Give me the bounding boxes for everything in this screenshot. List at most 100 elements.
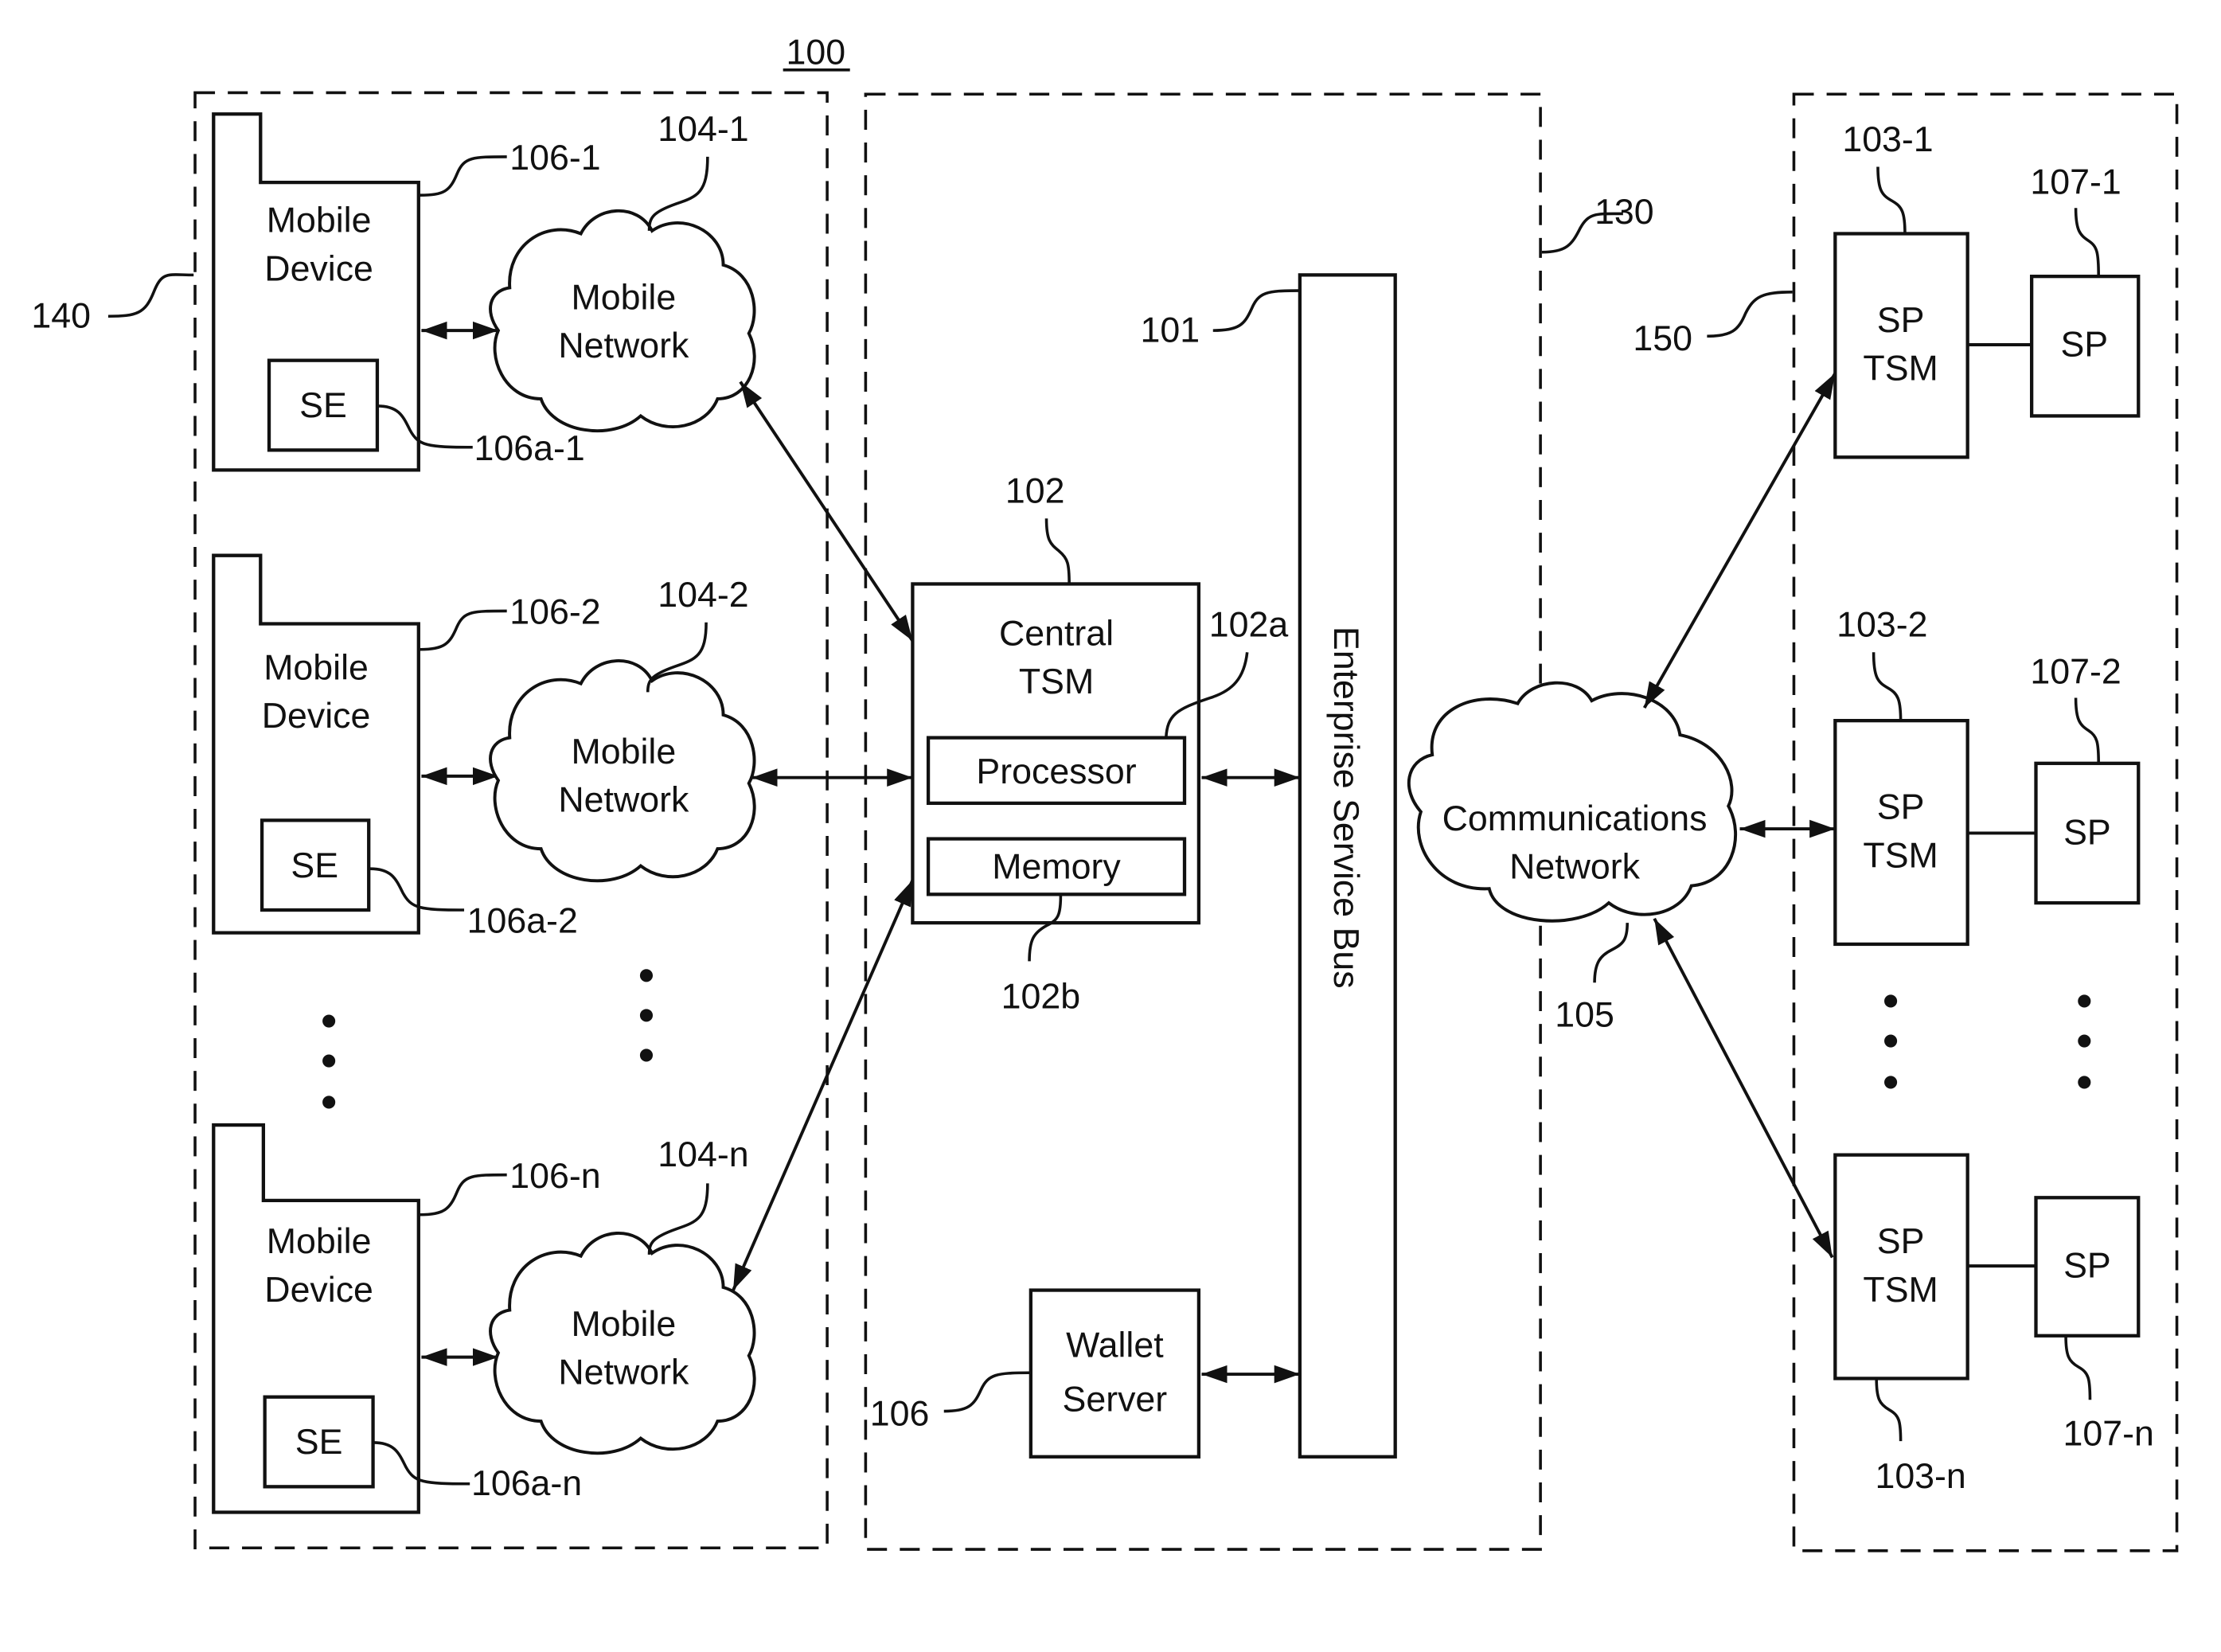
mobile-device-2: Mobile Device SE <box>212 553 420 935</box>
svg-text:104-n: 104-n <box>658 1135 748 1174</box>
svg-text:104-1: 104-1 <box>658 110 748 149</box>
svg-text:106a-2: 106a-2 <box>467 902 578 941</box>
svg-text:Wallet: Wallet <box>1066 1326 1164 1365</box>
central-tsm: Central TSM Processor Memory <box>911 582 1201 925</box>
svg-text:Communications: Communications <box>1442 799 1708 838</box>
svg-text:150: 150 <box>1633 319 1692 358</box>
service-provider-n: SP <box>2034 1196 2141 1338</box>
communications-network-ref-callout: 105 <box>1555 923 1629 1035</box>
comm-network-sp-tsm-n-link <box>1653 917 1834 1259</box>
svg-text:Device: Device <box>264 250 373 289</box>
svg-text:140: 140 <box>31 297 91 336</box>
central-tsm-ref-callout: 102 <box>1005 472 1071 584</box>
svg-text:SE: SE <box>295 1423 343 1462</box>
enterprise-service-bus: Enterprise Service Bus <box>1298 273 1397 1459</box>
mobile-network-1-ref-callout: 104-1 <box>647 110 749 231</box>
svg-text:SP: SP <box>1877 1222 1925 1261</box>
figure-number: 100 <box>786 33 845 72</box>
svg-text:106a-1: 106a-1 <box>474 429 585 468</box>
svg-text:103-1: 103-1 <box>1842 120 1933 159</box>
system-diagram: 100 140 130 150 Mobile Device SE 106-1 1… <box>31 33 2179 1552</box>
central-group-ref-callout: 130 <box>1541 193 1654 254</box>
svg-text:Mobile: Mobile <box>267 201 372 240</box>
sp-tsm-2: SP TSM <box>1833 719 1969 947</box>
svg-text:102a: 102a <box>1209 606 1289 645</box>
sp-tsm-n-ref-callout: 103-n <box>1875 1378 1966 1496</box>
svg-text:106-2: 106-2 <box>509 593 600 632</box>
mobile-network-2: Mobile Network <box>489 659 756 883</box>
svg-text:101: 101 <box>1141 310 1200 350</box>
service-provider-2: SP <box>2034 761 2141 905</box>
service-provider-1-ref-callout: 107-1 <box>2030 162 2121 277</box>
sp-tsm-n: SP TSM <box>1833 1153 1969 1381</box>
svg-text:Network: Network <box>558 781 689 820</box>
mobile-networks-ellipsis <box>639 969 654 1062</box>
mobile-network-1: Mobile Network <box>489 209 756 432</box>
svg-text:107-2: 107-2 <box>2030 653 2121 692</box>
svg-text:SE: SE <box>299 386 347 425</box>
svg-text:103-2: 103-2 <box>1837 606 1927 645</box>
svg-text:TSM: TSM <box>1019 662 1094 701</box>
mobile-device-n: Mobile Device SE <box>212 1123 420 1514</box>
svg-text:Network: Network <box>558 1353 689 1392</box>
sp-tsm-2-ref-callout: 103-2 <box>1837 606 1928 721</box>
svg-text:106-1: 106-1 <box>509 139 600 178</box>
comm-network-sp-tsm-1-link <box>1642 372 1837 709</box>
mobile-group-ref-callout: 140 <box>31 273 194 336</box>
mobile-network-n-ref-callout: 104-n <box>647 1135 749 1255</box>
svg-text:SP: SP <box>2060 325 2108 364</box>
svg-text:107-n: 107-n <box>2063 1414 2154 1453</box>
svg-text:TSM: TSM <box>1863 1271 1938 1310</box>
communications-network: Communications Network <box>1407 681 1738 923</box>
sp-ellipsis <box>2078 994 2091 1089</box>
svg-text:107-1: 107-1 <box>2030 162 2121 201</box>
esb-ref-callout: 101 <box>1141 289 1299 350</box>
svg-text:Mobile: Mobile <box>267 1222 372 1261</box>
service-provider-n-ref-callout: 107-n <box>2063 1335 2154 1453</box>
svg-text:130: 130 <box>1595 193 1654 232</box>
svg-text:SP: SP <box>2063 814 2111 853</box>
svg-text:102b: 102b <box>1001 977 1080 1016</box>
mobile-network-n: Mobile Network <box>489 1232 756 1455</box>
mobile-devices-ellipsis <box>322 1014 336 1109</box>
mobile-device-n-ref-callout: 106-n <box>420 1157 601 1217</box>
svg-text:106: 106 <box>870 1394 930 1433</box>
svg-text:102: 102 <box>1005 472 1065 511</box>
svg-text:TSM: TSM <box>1863 836 1938 875</box>
svg-text:103-n: 103-n <box>1875 1457 1965 1496</box>
svg-text:SP: SP <box>1877 788 1925 827</box>
wallet-server-ref-callout: 106 <box>870 1371 1030 1433</box>
svg-text:Device: Device <box>264 1271 373 1310</box>
service-provider-1: SP <box>2029 275 2141 418</box>
svg-text:106a-n: 106a-n <box>471 1464 582 1503</box>
svg-text:Memory: Memory <box>992 848 1121 887</box>
sp-group-ref-callout: 150 <box>1633 291 1793 358</box>
svg-text:Mobile: Mobile <box>572 278 677 317</box>
mobile-device-1: Mobile Device SE <box>212 112 420 472</box>
svg-text:Network: Network <box>558 326 689 365</box>
svg-text:Mobile: Mobile <box>572 732 677 771</box>
service-provider-2-ref-callout: 107-2 <box>2030 653 2121 764</box>
svg-text:Server: Server <box>1063 1381 1168 1420</box>
svg-text:SE: SE <box>291 846 338 885</box>
svg-text:Enterprise Service Bus: Enterprise Service Bus <box>1326 627 1365 989</box>
svg-text:Network: Network <box>1509 848 1641 887</box>
sp-tsm-1-ref-callout: 103-1 <box>1842 120 1934 234</box>
sp-tsm-ellipsis <box>1884 994 1898 1089</box>
mobile-device-1-ref-callout: 106-1 <box>420 139 601 197</box>
sp-tsm-1: SP TSM <box>1833 232 1969 459</box>
svg-text:105: 105 <box>1555 996 1614 1035</box>
svg-text:104-2: 104-2 <box>658 576 748 615</box>
svg-text:SP: SP <box>1877 301 1925 340</box>
svg-text:Device: Device <box>262 697 371 736</box>
svg-text:Central: Central <box>999 614 1114 653</box>
svg-text:SP: SP <box>2063 1246 2111 1285</box>
svg-text:106-n: 106-n <box>509 1157 600 1196</box>
mobile-device-2-ref-callout: 106-2 <box>420 593 601 651</box>
svg-text:Mobile: Mobile <box>572 1305 677 1344</box>
svg-text:Processor: Processor <box>976 752 1136 791</box>
wallet-server: Wallet Server <box>1029 1288 1201 1459</box>
svg-text:Mobile: Mobile <box>263 648 369 687</box>
svg-text:TSM: TSM <box>1863 350 1938 389</box>
networkN-central-tsm-link <box>732 879 915 1291</box>
